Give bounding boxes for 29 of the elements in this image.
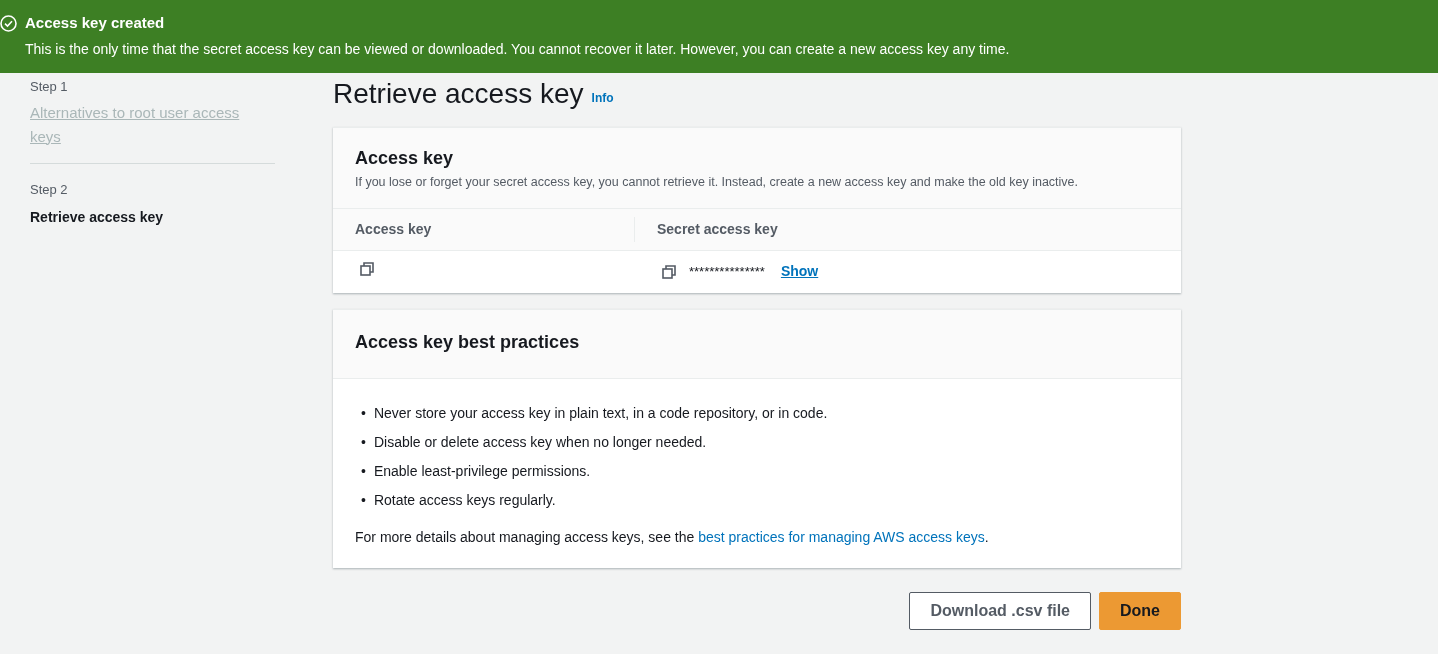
banner-title: Access key created bbox=[25, 13, 165, 33]
step-label: Step 2 bbox=[30, 180, 69, 199]
list-item: Disable or delete access key when no longer needed. bbox=[373, 432, 707, 452]
column-header: Secret access key bbox=[657, 220, 778, 237]
masked-secret: *************** bbox=[689, 263, 765, 282]
list-item: Never store your access key in plain text, in a code repository, or in code. bbox=[373, 403, 828, 423]
bullet-mark: • bbox=[361, 490, 366, 510]
panel-title: Access key best practices bbox=[355, 331, 581, 354]
list-item: Enable least-privilege permissions. bbox=[373, 461, 591, 481]
docs-link[interactable]: best practices for managing AWS access keys bbox=[698, 528, 985, 545]
copy-icon[interactable] bbox=[661, 263, 677, 280]
bullet-mark: • bbox=[361, 461, 366, 481]
page-title: Retrieve access key bbox=[333, 77, 584, 111]
bullet-mark: • bbox=[361, 432, 366, 452]
info-link[interactable]: Info bbox=[591, 88, 614, 107]
show-link[interactable]: Show bbox=[780, 261, 819, 283]
done-button[interactable]: Done bbox=[1099, 591, 1181, 630]
panel-description: If you lose or forget your secret access key, you cannot retrieve it. Instead, create a new access key and make the old key inactive. bbox=[355, 174, 1080, 192]
panel-title: Access key bbox=[355, 147, 455, 170]
column-header: Access key bbox=[355, 220, 432, 237]
check-circle-icon bbox=[0, 14, 17, 32]
list-item: Rotate access keys regularly. bbox=[373, 490, 556, 510]
step-label: Step 1 bbox=[30, 78, 69, 96]
banner-message: This is the only time that the secret access key can be viewed or downloaded. You cannot recover it later. However, you can create a new access key any time. bbox=[24, 39, 1011, 59]
step-title: Retrieve access key bbox=[30, 208, 165, 227]
bullet-mark: • bbox=[361, 403, 366, 423]
footer-text: For more details about managing access keys, see the best practices for managing AWS access keys. bbox=[355, 527, 990, 547]
copy-icon[interactable] bbox=[359, 260, 375, 277]
download-button[interactable]: Download .csv file bbox=[909, 591, 1091, 630]
